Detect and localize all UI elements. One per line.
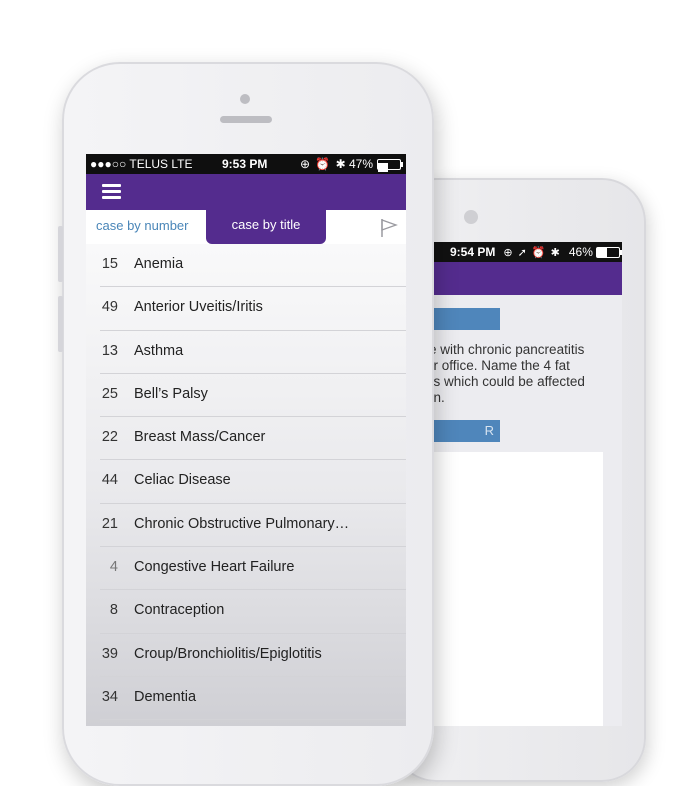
back-phone-screen: 9:54 PM ⊕ ➚ ⏰ ✱ 46% le with chronic panc… <box>432 242 622 726</box>
front-phone-camera <box>240 94 250 104</box>
case-title: Breast Mass/Cancer <box>134 429 266 446</box>
question-line: ur office. Name the 4 fat <box>432 358 570 373</box>
case-title: Contraception <box>134 602 225 619</box>
case-number: 22 <box>101 429 118 446</box>
battery-icon <box>377 159 403 172</box>
tab-case-by-number[interactable]: case by number <box>96 218 189 233</box>
volume-down-button <box>58 296 63 352</box>
back-answer-area[interactable] <box>432 452 603 726</box>
tab-case-by-title[interactable]: case by title <box>206 210 326 244</box>
list-item[interactable]: 39 Croup/Bronchiolitis/Epiglotitis <box>100 634 406 677</box>
list-item[interactable]: 22 Breast Mass/Cancer <box>100 417 406 461</box>
case-title: Chronic Obstructive Pulmonary… <box>134 515 350 532</box>
back-battery-pct: 46% <box>568 245 593 259</box>
status-carrier: ●●●○○ TELUS LTE <box>90 157 193 171</box>
case-number: 39 <box>101 645 118 662</box>
status-icons: ⊕ ⏰ ✱ <box>300 157 347 171</box>
volume-up-button <box>58 226 63 282</box>
back-answer-button[interactable]: R <box>432 420 500 442</box>
list-item[interactable]: 15 Anemia <box>100 244 406 288</box>
status-battery-pct: 47% <box>349 157 374 171</box>
status-time: 9:53 PM <box>222 157 268 171</box>
case-number: 44 <box>101 472 118 489</box>
flag-icon[interactable] <box>380 218 398 238</box>
case-title: Anterior Uveitis/Iritis <box>134 299 263 316</box>
list-item[interactable]: 13 Asthma <box>100 331 406 374</box>
case-number: 8 <box>109 602 118 619</box>
front-phone-screen: ●●●○○ TELUS LTE 9:53 PM ⊕ ⏰ ✱ 47% case b… <box>86 154 406 726</box>
status-bar: ●●●○○ TELUS LTE 9:53 PM ⊕ ⏰ ✱ 47% <box>86 154 406 174</box>
case-number: 34 <box>101 688 118 705</box>
back-question-text: le with chronic pancreatitis ur office. … <box>432 342 622 406</box>
back-status-bar: 9:54 PM ⊕ ➚ ⏰ ✱ 46% <box>432 242 622 262</box>
question-line: ns which could be affected <box>432 374 585 389</box>
tab-bar: case by number case by title <box>86 210 406 244</box>
battery-icon <box>595 246 622 258</box>
list-item[interactable]: 4 Congestive Heart Failure <box>100 547 406 591</box>
back-action-button-top[interactable] <box>432 308 500 330</box>
case-number: 15 <box>101 256 118 272</box>
nav-bar <box>86 174 406 210</box>
back-battery-indicator: 46% <box>568 245 622 259</box>
question-line: on. <box>432 390 445 405</box>
list-item[interactable]: 34 Dementia <box>100 677 406 721</box>
back-status-time: 9:54 PM <box>450 245 496 259</box>
front-phone-speaker <box>220 116 272 123</box>
case-title: Croup/Bronchiolitis/Epiglotitis <box>134 645 322 662</box>
case-title: Asthma <box>134 342 184 359</box>
case-number: 4 <box>109 559 118 576</box>
case-number: 49 <box>101 299 118 316</box>
question-line: le with chronic pancreatitis <box>432 342 585 357</box>
case-number: 25 <box>101 385 118 402</box>
back-status-icons: ⊕ ➚ ⏰ ✱ <box>503 246 561 259</box>
case-title: Bell’s Palsy <box>134 385 208 402</box>
hamburger-menu-icon[interactable] <box>102 184 121 200</box>
list-item[interactable]: 44 Celiac Disease <box>100 460 406 504</box>
case-list: 15 Anemia 49 Anterior Uveitis/Iritis 13 … <box>86 244 406 721</box>
case-number: 21 <box>101 515 118 532</box>
case-title: Dementia <box>134 688 197 705</box>
back-phone-camera <box>464 210 478 224</box>
list-item[interactable]: 49 Anterior Uveitis/Iritis <box>100 287 406 331</box>
case-number: 13 <box>101 342 118 359</box>
list-item[interactable]: 8 Contraception <box>100 590 406 634</box>
case-title: Celiac Disease <box>134 472 231 489</box>
case-title: Anemia <box>134 256 184 272</box>
case-title: Congestive Heart Failure <box>134 559 295 576</box>
list-item[interactable]: 25 Bell’s Palsy <box>100 374 406 418</box>
list-item[interactable]: 21 Chronic Obstructive Pulmonary… <box>100 504 406 548</box>
back-nav-bar <box>432 262 622 295</box>
